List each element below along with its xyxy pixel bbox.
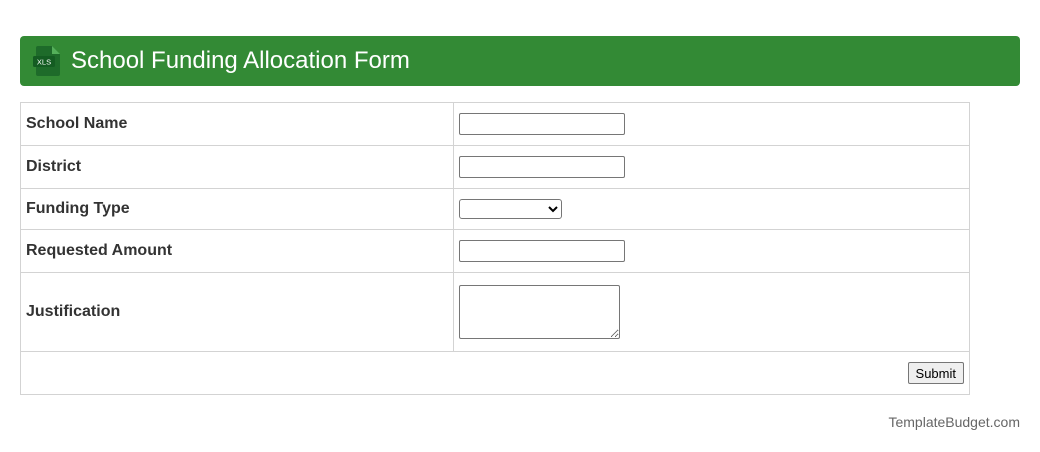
district-input[interactable] [459,156,625,178]
form-row-justification: Justification [20,272,970,352]
form-row-district: District [20,145,970,189]
district-label: District [20,145,454,189]
funding-form: School Name District Funding Type Reques… [20,102,970,395]
page-title: School Funding Allocation Form [71,47,410,74]
form-row-submit: Submit [20,351,970,395]
footer-credit: TemplateBudget.com [888,414,1020,430]
form-row-school-name: School Name [20,102,970,146]
justification-textarea[interactable] [459,285,620,339]
requested-amount-label: Requested Amount [20,229,454,273]
form-header: XLS School Funding Allocation Form [20,36,1020,86]
form-row-requested-amount: Requested Amount [20,229,970,273]
xls-file-icon: XLS [33,46,60,76]
funding-type-label: Funding Type [20,188,454,230]
school-name-input[interactable] [459,113,625,135]
xls-icon-text: XLS [37,58,51,67]
funding-type-select[interactable] [459,199,562,219]
school-name-label: School Name [20,102,454,146]
requested-amount-input[interactable] [459,240,625,262]
form-row-funding-type: Funding Type [20,188,970,230]
submit-button[interactable]: Submit [907,362,964,384]
justification-label: Justification [20,272,454,352]
